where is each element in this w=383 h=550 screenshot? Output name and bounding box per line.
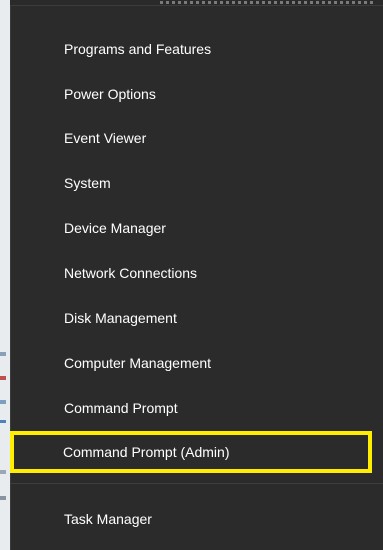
background-mark xyxy=(0,376,6,380)
menu-item-label: Device Manager xyxy=(64,220,166,236)
menu-item-task-manager[interactable]: Task Manager xyxy=(11,499,383,539)
background-mark xyxy=(0,400,6,404)
menu-item-device-manager[interactable]: Device Manager xyxy=(11,208,383,248)
menu-item-command-prompt-admin[interactable]: Command Prompt (Admin) xyxy=(10,431,372,473)
menu-separator xyxy=(11,483,383,484)
background-mark xyxy=(0,352,6,356)
menu-item-programs-and-features[interactable]: Programs and Features xyxy=(11,29,383,69)
menu-item-label: System xyxy=(64,175,111,191)
screenshot: Programs and Features Power Options Even… xyxy=(0,0,383,550)
menu-item-event-viewer[interactable]: Event Viewer xyxy=(11,118,383,158)
menu-item-label: Event Viewer xyxy=(64,130,147,146)
background-window-edge xyxy=(0,0,10,550)
background-mark xyxy=(0,470,6,474)
menu-item-label: Computer Management xyxy=(64,355,212,371)
menu-item-label: Network Connections xyxy=(64,265,198,281)
menu-item-disk-management[interactable]: Disk Management xyxy=(11,298,383,338)
menu-item-network-connections[interactable]: Network Connections xyxy=(11,253,383,293)
menu-item-power-options[interactable]: Power Options xyxy=(11,74,383,114)
background-mark xyxy=(0,496,6,500)
menu-item-computer-management[interactable]: Computer Management xyxy=(11,343,383,383)
quick-link-menu: Programs and Features Power Options Even… xyxy=(10,5,383,550)
menu-item-label: Command Prompt (Admin) xyxy=(63,444,230,460)
menu-item-label: Power Options xyxy=(64,86,156,102)
menu-item-command-prompt[interactable]: Command Prompt xyxy=(11,388,383,428)
background-mark xyxy=(0,420,6,423)
menu-item-label: Task Manager xyxy=(64,511,152,527)
menu-item-label: Command Prompt xyxy=(64,400,178,416)
background-dotted-line xyxy=(160,1,375,4)
menu-item-system[interactable]: System xyxy=(11,163,383,203)
menu-item-label: Programs and Features xyxy=(64,41,212,57)
menu-item-label: Disk Management xyxy=(64,310,177,326)
